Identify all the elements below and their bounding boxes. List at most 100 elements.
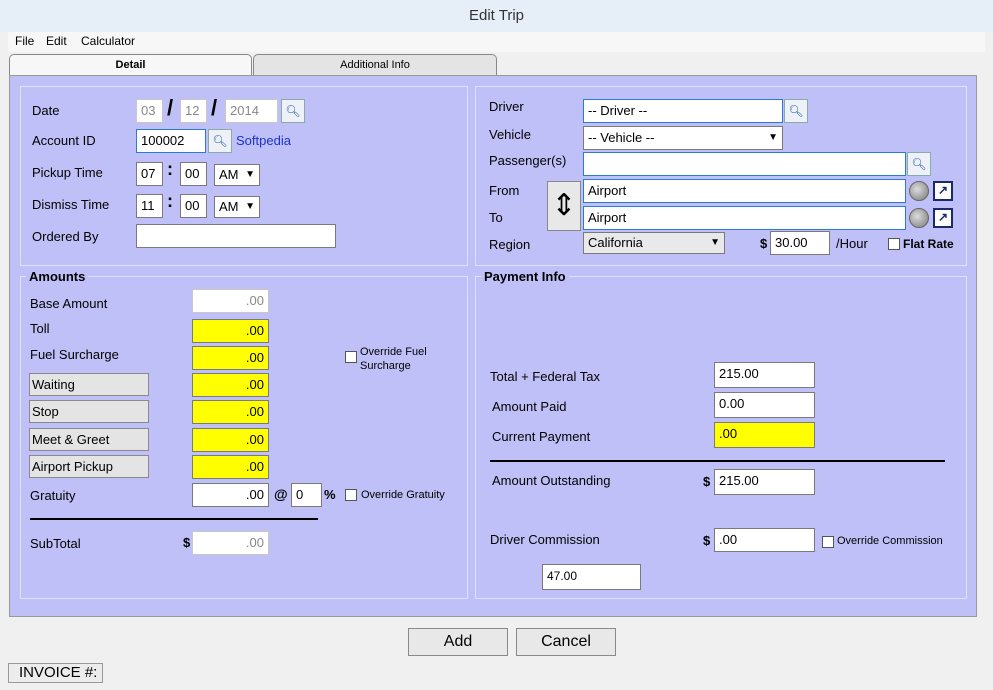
total-tax-field: 215.00	[714, 362, 815, 388]
driver-field[interactable]: -- Driver --	[583, 99, 783, 123]
time-separator: :	[167, 159, 173, 179]
dismiss-minute-field[interactable]: 00	[180, 194, 207, 218]
current-payment-label: Current Payment	[492, 429, 591, 444]
commission-calc-field: 47.00	[542, 564, 641, 590]
outstanding-currency: $	[703, 474, 711, 489]
flat-rate-checkbox[interactable]	[888, 238, 900, 250]
menu-edit[interactable]: Edit	[46, 34, 67, 48]
tab-detail[interactable]: Detail	[9, 54, 252, 77]
account-name-link[interactable]: Softpedia	[236, 133, 291, 148]
fuel-surcharge-field[interactable]: .00	[192, 346, 269, 370]
chevron-down-icon: ▼	[245, 169, 255, 180]
driver-commission-field[interactable]: .00	[714, 528, 815, 552]
current-payment-field[interactable]: .00	[714, 422, 815, 448]
from-map-arrow-icon[interactable]: ↗	[933, 181, 953, 201]
gratuity-at: @	[274, 486, 288, 502]
date-separator: /	[167, 95, 174, 120]
date-separator: /	[211, 95, 218, 120]
total-tax-label: Total + Federal Tax	[490, 369, 600, 384]
rate-unit-label: /Hour	[836, 236, 868, 251]
menu-calculator[interactable]: Calculator	[81, 34, 135, 48]
payment-title: Payment Info	[481, 269, 569, 284]
search-icon: 🔍︎	[788, 104, 804, 118]
account-id-label: Account ID	[32, 133, 96, 148]
amount-outstanding-label: Amount Outstanding	[492, 473, 611, 488]
amount-outstanding-field: 215.00	[714, 469, 815, 495]
meet-greet-field[interactable]: .00	[192, 428, 269, 452]
swap-locations-button[interactable]: ⇕	[547, 181, 581, 231]
percent-symbol: %	[324, 487, 336, 502]
toll-field[interactable]: .00	[192, 319, 269, 343]
meet-greet-button[interactable]: Meet & Greet	[29, 428, 149, 451]
ordered-by-field[interactable]	[136, 224, 336, 248]
stop-button[interactable]: Stop	[29, 400, 149, 423]
override-fuel-checkbox[interactable]	[345, 351, 357, 363]
from-field[interactable]: Airport	[583, 179, 906, 203]
from-label: From	[489, 183, 520, 198]
payment-divider	[490, 460, 945, 462]
date-month-field[interactable]: 03	[136, 99, 163, 123]
override-gratuity-checkbox[interactable]	[345, 489, 357, 501]
passengers-search-button[interactable]: 🔍︎	[907, 152, 931, 176]
cancel-button[interactable]: Cancel	[516, 628, 616, 656]
stop-field[interactable]: .00	[192, 400, 269, 424]
time-separator: :	[167, 191, 173, 211]
subtotal-label: SubTotal	[30, 536, 81, 551]
to-field[interactable]: Airport	[583, 206, 906, 230]
pickup-hour-field[interactable]: 07	[136, 162, 163, 186]
override-commission-label: Override Commission	[837, 535, 943, 547]
dismiss-ampm-select[interactable]: AM ▼	[214, 196, 260, 218]
menu-file[interactable]: File	[15, 34, 34, 48]
add-button[interactable]: Add	[408, 628, 508, 656]
pickup-ampm-value: AM	[219, 167, 239, 182]
subtotal-field: .00	[192, 531, 269, 555]
vehicle-value: -- Vehicle --	[588, 130, 655, 145]
dismiss-hour-field[interactable]: 11	[136, 194, 163, 218]
driver-label: Driver	[489, 99, 524, 114]
amount-paid-field: 0.00	[714, 392, 815, 418]
dismiss-ampm-value: AM	[219, 199, 239, 214]
calendar-search-button[interactable]: 🔍︎	[281, 99, 305, 123]
region-select[interactable]: California ▼	[583, 232, 725, 254]
window-title: Edit Trip	[0, 0, 993, 33]
commission-currency: $	[703, 533, 711, 548]
vehicle-select[interactable]: -- Vehicle -- ▼	[583, 126, 783, 150]
date-year-field[interactable]: 2014	[225, 99, 278, 123]
to-globe-icon[interactable]	[909, 208, 929, 228]
fuel-surcharge-label: Fuel Surcharge	[30, 347, 119, 362]
airport-pickup-field[interactable]: .00	[192, 455, 269, 479]
override-gratuity-label: Override Gratuity	[361, 489, 445, 501]
vehicle-label: Vehicle	[489, 127, 531, 142]
to-label: To	[489, 210, 503, 225]
gratuity-label: Gratuity	[30, 488, 76, 503]
airport-pickup-button[interactable]: Airport Pickup	[29, 455, 149, 478]
toll-label: Toll	[30, 321, 50, 336]
from-globe-icon[interactable]	[909, 181, 929, 201]
passengers-field[interactable]	[583, 152, 906, 176]
search-icon: 🔍︎	[911, 157, 927, 171]
amount-paid-label: Amount Paid	[492, 399, 567, 414]
amounts-divider	[30, 518, 318, 520]
waiting-field[interactable]: .00	[192, 373, 269, 397]
pickup-ampm-select[interactable]: AM ▼	[214, 164, 260, 186]
to-map-arrow-icon[interactable]: ↗	[933, 208, 953, 228]
account-id-field[interactable]: 100002	[136, 129, 206, 153]
dismiss-time-label: Dismiss Time	[32, 197, 110, 212]
search-icon: 🔍︎	[285, 104, 301, 118]
chevron-down-icon: ▼	[245, 201, 255, 212]
base-amount-field[interactable]: .00	[192, 289, 269, 313]
date-day-field[interactable]: 12	[180, 99, 207, 123]
tab-additional-info[interactable]: Additional Info	[253, 54, 497, 75]
driver-search-button[interactable]: 🔍︎	[784, 99, 808, 123]
waiting-button[interactable]: Waiting	[29, 373, 149, 396]
gratuity-percent-field[interactable]: 0	[291, 483, 322, 507]
swap-arrows-icon: ⇕	[551, 189, 577, 222]
driver-commission-label: Driver Commission	[490, 532, 600, 547]
override-commission-checkbox[interactable]	[822, 536, 834, 548]
pickup-minute-field[interactable]: 00	[180, 162, 207, 186]
menu-bar: File Edit Calculator	[8, 32, 985, 52]
date-label: Date	[32, 103, 60, 118]
account-search-button[interactable]: 🔍︎	[208, 129, 232, 153]
gratuity-amount-field[interactable]: .00	[192, 483, 269, 507]
hourly-rate-field[interactable]: 30.00	[770, 231, 830, 255]
